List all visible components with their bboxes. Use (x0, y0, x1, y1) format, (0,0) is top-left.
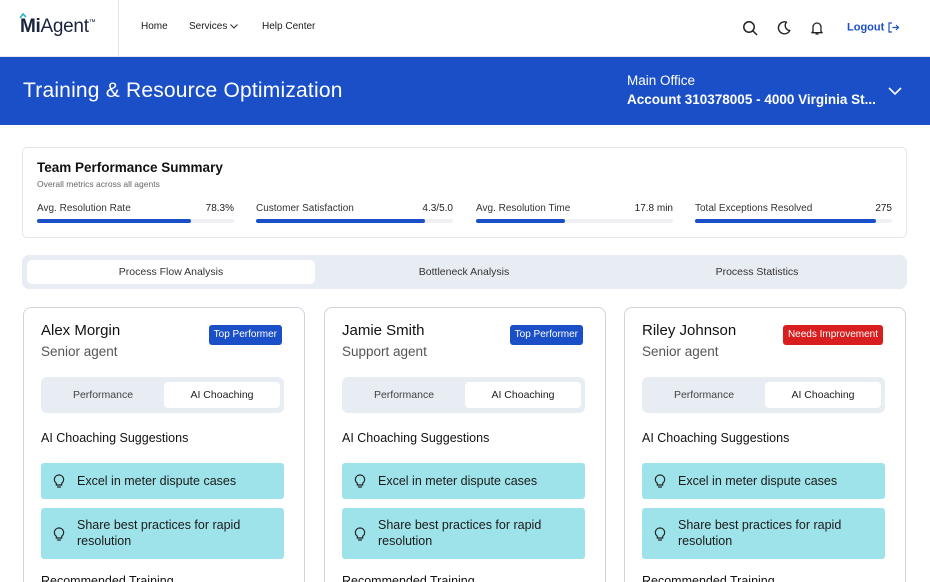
status-badge: Needs Improvement (782, 325, 883, 345)
suggestion-text: Share best practices for rapid resolutio… (678, 518, 842, 548)
nav-link-services[interactable]: Services (189, 21, 239, 32)
logo-trademark: ™ (88, 19, 96, 26)
suggestion-item: Excel in meter dispute cases (41, 463, 284, 499)
logout-button[interactable]: Logout (847, 21, 900, 34)
section-title: AI Choaching Suggestions (41, 431, 189, 445)
logo-mark-icon (19, 12, 27, 19)
metric-customer-satisfaction: Customer Satisfaction 4.3/5.0 (256, 203, 453, 225)
progress-track (256, 219, 453, 223)
progress-track (695, 219, 892, 223)
summary-title: Team Performance Summary (37, 160, 223, 175)
metric-value: 78.3% (205, 203, 234, 214)
status-badge: Top Performer (208, 325, 282, 345)
nav-link-help-center[interactable]: Help Center (262, 21, 315, 32)
suggestion-item: Excel in meter dispute cases (342, 463, 585, 499)
subtab-ai-coaching[interactable]: AI Choaching (164, 382, 280, 408)
recommended-training-title: Recommended Training (41, 574, 174, 582)
agent-role: Support agent (342, 344, 427, 359)
suggestion-item: Share best practices for rapid resolutio… (342, 508, 585, 559)
suggestion-text: Excel in meter dispute cases (678, 474, 838, 488)
subtab-ai-coaching[interactable]: AI Choaching (765, 382, 881, 408)
suggestion-item: Share best practices for rapid resolutio… (41, 508, 284, 559)
agent-card: Alex Morgin Senior agent Top Performer P… (23, 307, 305, 582)
top-nav: MiAgent™ Home Services Help Center Logou… (0, 0, 930, 57)
section-title: AI Choaching Suggestions (342, 431, 490, 445)
metric-avg-resolution-time: Avg. Resolution Time 17.8 min (476, 203, 673, 225)
logo-container: MiAgent™ (0, 0, 119, 57)
metric-total-exceptions-resolved: Total Exceptions Resolved 275 (695, 203, 892, 225)
lightbulb-icon (654, 474, 666, 488)
subtab-ai-coaching[interactable]: AI Choaching (465, 382, 581, 408)
suggestion-text: Excel in meter dispute cases (77, 474, 237, 488)
office-name[interactable]: Main Office (627, 73, 695, 88)
account-selector[interactable]: Account 310378005 - 4000 Virginia St... (627, 92, 883, 107)
lightbulb-icon (354, 474, 366, 488)
lightbulb-icon (354, 527, 366, 541)
subtab-performance[interactable]: Performance (346, 382, 462, 408)
agent-subtabs: Performance AI Choaching (642, 377, 885, 413)
search-icon[interactable] (741, 19, 759, 37)
summary-subtitle: Overall metrics across all agents (37, 179, 160, 189)
progress-track (476, 219, 673, 223)
lightbulb-icon (654, 527, 666, 541)
tab-bottleneck-analysis[interactable]: Bottleneck Analysis (320, 260, 608, 284)
subtab-performance[interactable]: Performance (45, 382, 161, 408)
lightbulb-icon (53, 474, 65, 488)
suggestion-item: Excel in meter dispute cases (642, 463, 885, 499)
agent-card: Jamie Smith Support agent Top Performer … (324, 307, 606, 582)
agent-subtabs: Performance AI Choaching (342, 377, 585, 413)
recommended-training-title: Recommended Training (642, 574, 775, 582)
logout-label: Logout (847, 21, 885, 34)
metric-value: 17.8 min (634, 203, 673, 214)
status-badge: Top Performer (509, 325, 583, 345)
subtab-performance[interactable]: Performance (646, 382, 762, 408)
lightbulb-icon (53, 527, 65, 541)
logo-text-agent: Agent (40, 16, 89, 37)
nav-link-home[interactable]: Home (141, 21, 168, 32)
metric-label: Total Exceptions Resolved (695, 203, 813, 214)
metric-label: Avg. Resolution Rate (37, 203, 131, 214)
metric-value: 4.3/5.0 (422, 203, 453, 214)
progress-fill (37, 219, 191, 223)
metric-label: Customer Satisfaction (256, 203, 354, 214)
tab-process-flow-analysis[interactable]: Process Flow Analysis (27, 260, 315, 284)
agent-name: Riley Johnson (642, 322, 737, 339)
metric-value: 275 (875, 203, 892, 214)
agent-role: Senior agent (41, 344, 118, 359)
logout-icon (888, 22, 900, 33)
page-banner: Training & Resource Optimization Main Of… (0, 57, 930, 125)
agent-name: Jamie Smith (342, 322, 425, 339)
recommended-training-title: Recommended Training (342, 574, 475, 582)
tab-process-statistics[interactable]: Process Statistics (613, 260, 901, 284)
team-performance-summary-card: Team Performance Summary Overall metrics… (22, 147, 907, 238)
analysis-tabs: Process Flow Analysis Bottleneck Analysi… (22, 255, 907, 289)
metric-label: Avg. Resolution Time (476, 203, 571, 214)
agent-name: Alex Morgin (41, 322, 121, 339)
progress-fill (476, 219, 565, 223)
agent-subtabs: Performance AI Choaching (41, 377, 284, 413)
logo[interactable]: MiAgent™ (19, 12, 96, 38)
chevron-down-icon[interactable] (886, 84, 904, 98)
moon-icon[interactable] (775, 19, 793, 37)
nav-link-services-label: Services (189, 21, 228, 32)
agent-card: Riley Johnson Senior agent Needs Improve… (624, 307, 906, 582)
page-title: Training & Resource Optimization (23, 79, 343, 102)
suggestion-text: Excel in meter dispute cases (378, 474, 538, 488)
suggestion-text: Share best practices for rapid resolutio… (77, 518, 241, 548)
bell-icon[interactable] (808, 19, 826, 37)
section-title: AI Choaching Suggestions (642, 431, 790, 445)
chevron-down-icon (230, 24, 239, 30)
agent-role: Senior agent (642, 344, 719, 359)
progress-track (37, 219, 234, 223)
progress-fill (695, 219, 877, 223)
metric-avg-resolution-rate: Avg. Resolution Rate 78.3% (37, 203, 234, 225)
suggestion-item: Share best practices for rapid resolutio… (642, 508, 885, 559)
progress-fill (256, 219, 426, 223)
suggestion-text: Share best practices for rapid resolutio… (378, 518, 542, 548)
